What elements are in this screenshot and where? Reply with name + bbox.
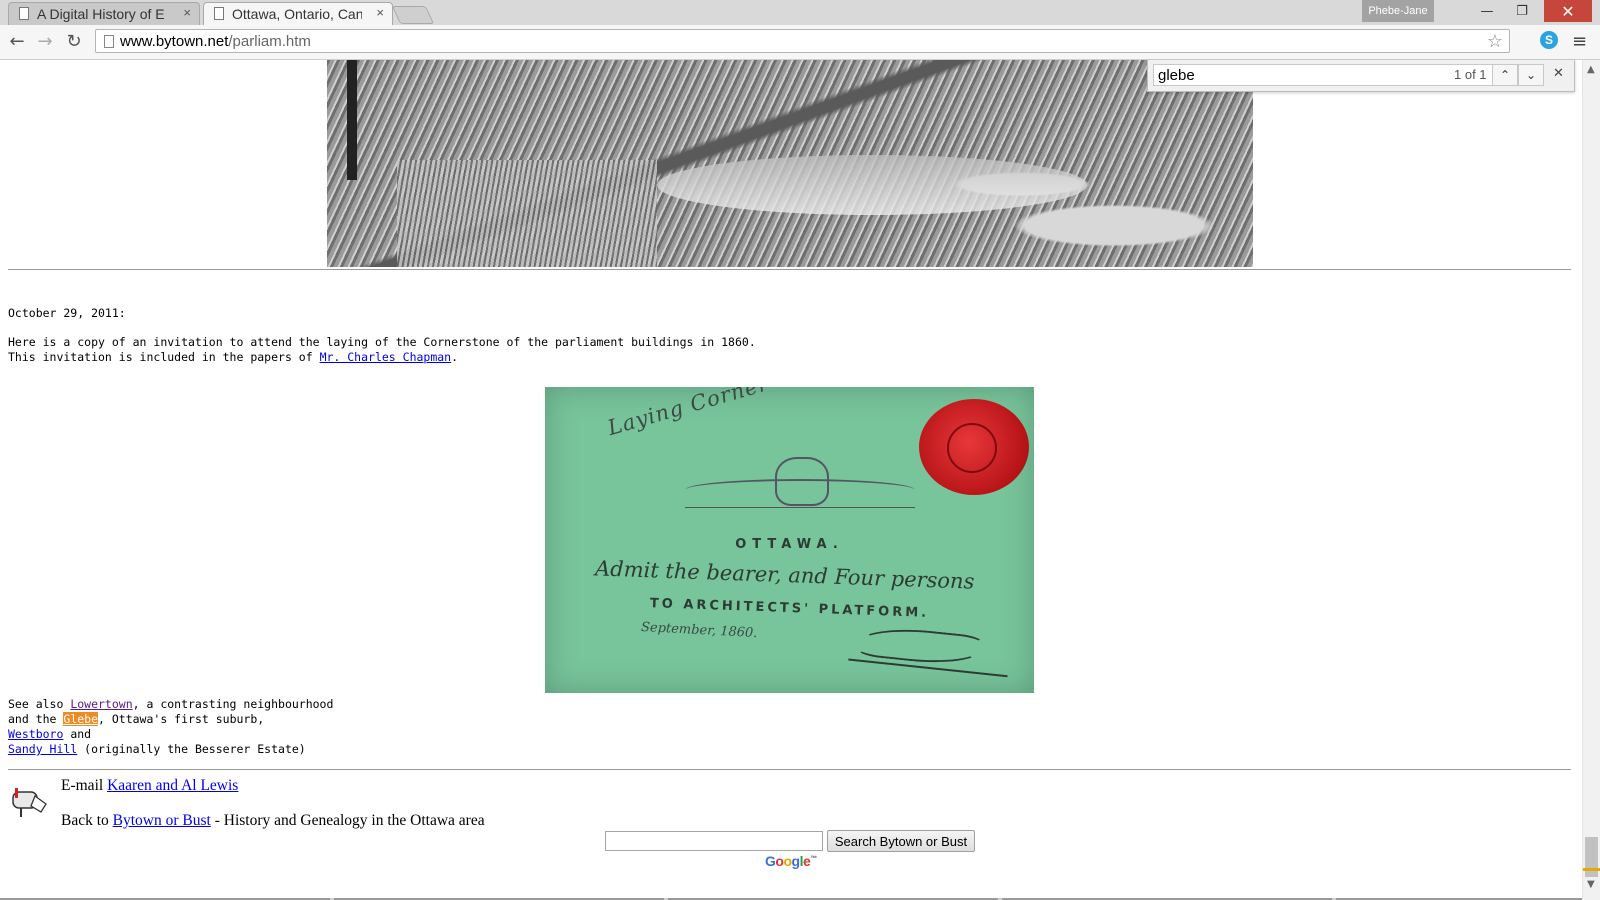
see-also-suffix: , a contrasting neighbourhood [132, 697, 334, 711]
google-trademark: ™ [810, 855, 817, 863]
reload-icon[interactable]: ↻ [63, 30, 85, 52]
tab-close-icon[interactable]: × [183, 5, 191, 20]
address-bar[interactable]: www.bytown.net/parliam.htm ☆ [95, 29, 1510, 53]
page-icon [19, 7, 29, 20]
new-tab-button[interactable] [391, 6, 435, 24]
google-letter: G [765, 853, 776, 869]
find-bar: 1 of 1 ⌃ ⌄ ✕ [1147, 60, 1575, 92]
forward-arrow-icon[interactable]: → [34, 30, 56, 52]
divider [8, 769, 1571, 770]
see-also-line3: Westboro and [8, 727, 91, 742]
intro-prefix: This invitation is included in the paper… [8, 350, 320, 364]
page-icon [214, 7, 224, 20]
find-previous-button[interactable]: ⌃ [1492, 64, 1518, 86]
see-also-line4: Sandy Hill (originally the Besserer Esta… [8, 742, 306, 757]
find-next-button[interactable]: ⌄ [1518, 64, 1544, 86]
invitation-signature [848, 618, 1012, 678]
seal-ring [947, 423, 997, 473]
lowertown-link[interactable]: Lowertown [70, 697, 132, 711]
back-arrow-icon[interactable]: ← [6, 30, 28, 52]
invitation-city: OTTAWA. [735, 537, 844, 552]
photo-detail [657, 155, 1087, 215]
invitation-crest [685, 457, 915, 508]
vertical-scrollbar[interactable]: ▲ ▼ [1582, 60, 1600, 900]
tab-title: Ottawa, Ontario, Can [232, 6, 362, 22]
google-letter: g [791, 853, 801, 869]
back-suffix: - History and Genealogy in the Ottawa ar… [210, 812, 485, 829]
mailbox-icon[interactable] [11, 784, 49, 818]
see-also-prefix: See also [8, 697, 71, 711]
intro-text-line2: This invitation is included in the paper… [8, 350, 458, 365]
bytown-or-bust-link[interactable]: Bytown or Bust [113, 812, 211, 829]
minimize-button[interactable]: — [1470, 0, 1504, 22]
back-line: Back to Bytown or Bust - History and Gen… [61, 812, 485, 830]
bookmark-star-icon[interactable]: ☆ [1487, 31, 1503, 52]
window-close-button[interactable]: ✕ [1544, 0, 1592, 22]
email-link[interactable]: Kaaren and Al Lewis [107, 777, 238, 794]
intro-suffix: . [451, 350, 459, 364]
wax-seal [919, 399, 1029, 495]
date-line: October 29, 2011: [8, 306, 126, 320]
find-match-count: 1 of 1 [1454, 67, 1487, 82]
url-text[interactable]: www.bytown.net/parliam.htm [120, 33, 311, 50]
find-input[interactable] [1153, 64, 1493, 86]
invitation-platform-text: TO ARCHITECTS' PLATFORM. [649, 596, 930, 621]
glebe-link[interactable]: Glebe [63, 712, 99, 726]
back-prefix: Back to [61, 812, 113, 829]
google-logo: Google™ [765, 853, 817, 869]
photo-detail [397, 160, 657, 267]
tab-close-icon[interactable]: × [376, 5, 384, 20]
browser-toolbar: ← → ↻ www.bytown.net/parliam.htm ☆ S ≡ [0, 25, 1600, 60]
see-also-line1: See also Lowertown, a contrasting neighb… [8, 697, 333, 712]
site-search-input[interactable] [605, 831, 823, 851]
sandy-hill-link[interactable]: Sandy Hill [8, 742, 77, 756]
tab-ottawa[interactable]: Ottawa, Ontario, Can × [203, 2, 393, 25]
profile-badge[interactable]: Phebe-Jane [1362, 0, 1434, 22]
see-also-prefix: and the [8, 712, 64, 726]
charles-chapman-link[interactable]: Mr. Charles Chapman [320, 350, 452, 364]
chrome-menu-icon[interactable]: ≡ [1572, 31, 1587, 52]
scroll-up-arrow-icon[interactable]: ▲ [1587, 64, 1595, 75]
divider [8, 269, 1571, 270]
scrollbar-thumb[interactable] [1585, 837, 1598, 877]
page-icon [104, 35, 114, 48]
url-path: /parliam.htm [228, 33, 311, 50]
find-result-marker [1583, 868, 1600, 871]
find-close-icon[interactable]: ✕ [1553, 66, 1564, 81]
photo-detail [347, 60, 357, 180]
see-also-suffix: (originally the Besserer Estate) [77, 742, 306, 756]
scroll-down-arrow-icon[interactable]: ▼ [1587, 879, 1595, 890]
email-line: E-mail Kaaren and Al Lewis [61, 777, 238, 795]
see-also-suffix: and [63, 727, 92, 741]
invitation-admit-text: Admit the bearer, and Four persons [594, 556, 975, 594]
site-search-button[interactable]: Search Bytown or Bust [827, 830, 975, 852]
invitation-image: Laying Corner Stone of Parliament OTTAWA… [545, 387, 1034, 693]
url-host: www.bytown.net [120, 33, 229, 50]
tab-digital-history[interactable]: A Digital History of E × [8, 2, 200, 25]
tab-strip: A Digital History of E × Ottawa, Ontario… [0, 0, 1600, 26]
historical-photo [327, 60, 1253, 267]
email-prefix: E-mail [61, 777, 108, 794]
page-content: October 29, 2011: Here is a copy of an i… [0, 60, 1582, 900]
tab-title: A Digital History of E [37, 6, 165, 22]
google-letter: o [783, 853, 792, 869]
maximize-button[interactable]: ❐ [1505, 0, 1539, 22]
invitation-date: September, 1860. [640, 619, 758, 642]
skype-extension-icon[interactable]: S [1540, 31, 1558, 49]
intro-text-line1: Here is a copy of an invitation to atten… [8, 335, 756, 349]
westboro-link[interactable]: Westboro [8, 727, 63, 741]
see-also-line2: and the Glebe, Ottawa's first suburb, [8, 712, 264, 727]
see-also-suffix: , Ottawa's first suburb, [98, 712, 265, 726]
